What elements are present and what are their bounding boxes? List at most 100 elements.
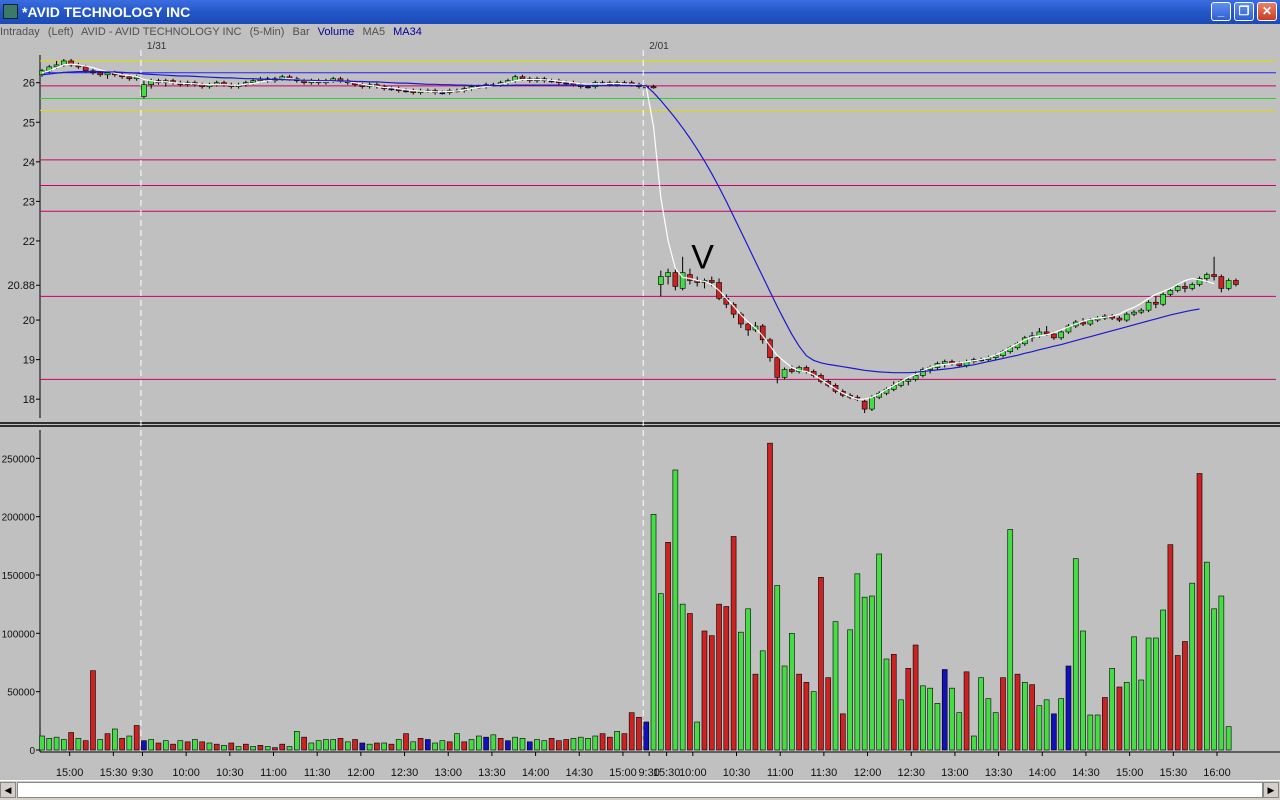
- candle-body: [708, 280, 715, 283]
- volume-bar: [425, 739, 431, 751]
- volume-bar: [621, 733, 628, 751]
- volume-bar: [781, 665, 788, 751]
- volume-bar: [563, 739, 569, 751]
- volume-bar: [315, 740, 322, 751]
- candle-body: [1051, 333, 1057, 339]
- date-label: 1/31: [147, 41, 167, 52]
- volume-bar: [687, 613, 693, 751]
- volume-bar: [39, 735, 45, 751]
- time-tick-label: 10:30: [723, 767, 751, 779]
- time-tick-label: 11:00: [767, 767, 794, 779]
- volume-bar: [344, 741, 351, 751]
- volume-bar: [556, 740, 562, 751]
- volume-bar: [1123, 682, 1130, 751]
- scroll-left-arrow-icon[interactable]: ◀: [0, 782, 16, 798]
- volume-bar: [1225, 726, 1232, 751]
- time-tick-label: 15:00: [56, 767, 84, 779]
- scroll-right-arrow-icon[interactable]: ▶: [1263, 782, 1279, 798]
- volume-bar: [104, 733, 111, 751]
- volume-bar: [570, 738, 577, 751]
- volume-bar: [82, 740, 89, 751]
- volume-bar: [694, 721, 701, 751]
- time-tick-label: 14:00: [1029, 767, 1057, 779]
- horizontal-scrollbar[interactable]: ◀ ▶: [0, 780, 1280, 800]
- candle-body: [650, 86, 657, 89]
- volume-bar: [1021, 682, 1028, 751]
- volume-bar: [883, 658, 890, 751]
- candle-body: [250, 80, 256, 83]
- volume-bar: [468, 739, 475, 751]
- volume-bar: [1058, 698, 1064, 751]
- volume-bar: [672, 469, 679, 751]
- volume-bar: [46, 738, 53, 751]
- volume-bar: [53, 736, 60, 751]
- volume-bar: [1116, 686, 1123, 751]
- volume-bar: [708, 635, 715, 751]
- candle-body: [861, 400, 868, 410]
- volume-bar: [526, 741, 533, 751]
- volume-bar: [541, 740, 548, 751]
- candle-body: [905, 379, 912, 382]
- candle-body: [104, 72, 111, 76]
- time-tick-label: 12:30: [391, 767, 419, 779]
- scroll-thumb[interactable]: [17, 782, 1263, 798]
- volume-bar: [585, 738, 591, 751]
- candle-body: [126, 76, 133, 80]
- volume-bar: [767, 442, 773, 751]
- volume-bar: [1138, 679, 1145, 751]
- volume-bar: [228, 742, 235, 751]
- candle-body: [1087, 319, 1094, 325]
- volume-bar: [1087, 714, 1094, 751]
- volume-bar: [818, 577, 824, 751]
- volume-tick-label: 50000: [7, 688, 35, 699]
- volume-bar: [1029, 684, 1035, 751]
- volume-bar: [854, 573, 861, 751]
- price-tick-label: 20.88: [7, 280, 35, 292]
- volume-bar: [177, 740, 184, 751]
- volume-bar: [738, 631, 744, 751]
- volume-bar: [1182, 641, 1188, 751]
- volume-bar: [301, 736, 307, 751]
- price-tick-label: 19: [23, 355, 35, 367]
- volume-bar: [796, 673, 802, 751]
- volume-bar: [657, 593, 664, 751]
- time-tick-label: 12:00: [347, 767, 375, 779]
- volume-bar: [643, 721, 650, 751]
- candle-body: [1123, 313, 1130, 321]
- volume-bar: [439, 740, 446, 751]
- volume-bar: [243, 743, 249, 751]
- chart-canvas[interactable]: 1/31 2/01 18 19 20 20.88 22 23 24 25 26 V 0 50000 100…: [0, 0, 1280, 780]
- volume-bar: [497, 738, 504, 751]
- volume-bar: [264, 746, 271, 751]
- volume-bar: [519, 738, 526, 751]
- volume-bar: [869, 595, 875, 751]
- volume-bar: [1094, 714, 1101, 751]
- candle-body: [956, 363, 963, 366]
- volume-bar: [432, 742, 438, 751]
- date-label: 2/01: [649, 41, 669, 52]
- volume-tick-label: 200000: [2, 513, 36, 524]
- volume-bar: [374, 742, 380, 751]
- volume-bar: [679, 603, 686, 751]
- candle-body: [97, 72, 104, 76]
- candle-body: [745, 323, 751, 331]
- volume-bar: [978, 677, 984, 751]
- volume-bar: [847, 629, 853, 751]
- volume-bar: [1204, 561, 1210, 751]
- volume-bar: [1131, 636, 1137, 751]
- volume-tick-label: 100000: [2, 629, 36, 640]
- volume-bar: [956, 712, 963, 751]
- volume-bar: [963, 671, 970, 751]
- volume-bar: [97, 739, 104, 751]
- volume-bar: [934, 703, 941, 751]
- candle-body: [1167, 290, 1174, 295]
- volume-tick-label: 250000: [2, 454, 36, 465]
- candle-body: [1058, 331, 1064, 339]
- volume-bar: [927, 687, 933, 751]
- volume-bar: [1109, 668, 1115, 751]
- volume-bar: [723, 606, 730, 751]
- time-tick-label: 9:30: [638, 767, 659, 779]
- volume-bar: [213, 743, 220, 751]
- volume-bar: [839, 713, 846, 751]
- candle-body: [388, 88, 395, 91]
